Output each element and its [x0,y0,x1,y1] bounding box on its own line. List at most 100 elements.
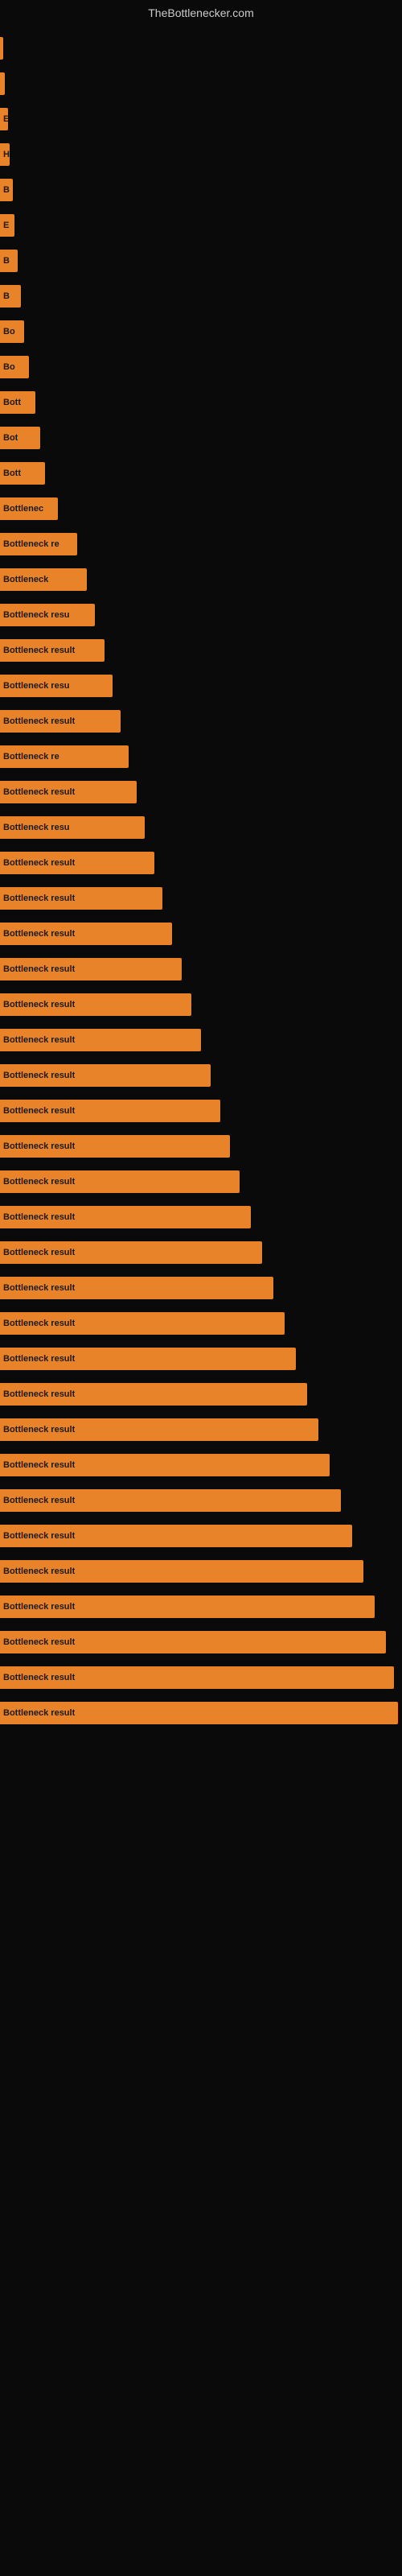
bar-item: Bottleneck result [0,1348,296,1370]
bar-label: H [3,150,10,159]
bar-row: Bottleneck result [0,1164,402,1199]
bar-label: B [3,185,10,195]
bar-item: Bottleneck result [0,1064,211,1087]
bar-row: Bottleneck result [0,704,402,739]
bar-row: Bo [0,314,402,349]
bar-label: Bottleneck result [3,1035,75,1045]
bar-item: Bottleneck result [0,887,162,910]
bar-item: Bottleneck [0,568,87,591]
bar-row: Bott [0,385,402,420]
bar-row: Bottleneck result [0,1518,402,1554]
bar-item: Bottleneck result [0,1135,230,1158]
bar-label: Bo [3,327,15,336]
site-header: TheBottlenecker.com [0,0,402,23]
bar-label: Bottleneck result [3,1531,75,1541]
bar-label: B [3,256,10,266]
bar-row: Bottleneck result [0,1093,402,1129]
bar-label: Bottleneck resu [3,823,70,832]
bar-item: Bottleneck resu [0,675,113,697]
bar-row: Bottleneck result [0,774,402,810]
bar-label: Bottleneck result [3,1496,75,1505]
bar-item: Bottleneck resu [0,816,145,839]
bar-row: Bottleneck result [0,1377,402,1412]
bar-item: Bottleneck result [0,1596,375,1618]
bar-item: Bottleneck result [0,958,182,980]
bar-row: Bottleneck result [0,1624,402,1660]
bar-item: Bottleneck result [0,639,105,662]
bar-item: Bottleneck result [0,1631,386,1653]
bar-item: Bottleneck result [0,1029,201,1051]
bar-label: Bottleneck result [3,1354,75,1364]
bar-item: E [0,108,8,130]
bar-row: Bottleneck result [0,881,402,916]
bar-label: Bottleneck result [3,1212,75,1222]
bar-item: Bottleneck result [0,1277,273,1299]
bar-row: Bottleneck result [0,1554,402,1589]
bar-item: Bo [0,356,29,378]
bar-item [0,72,5,95]
bar-row: Bottleneck result [0,1235,402,1270]
bar-item: Bottleneck result [0,1454,330,1476]
bar-label: Bot [3,433,18,443]
bar-label: E [3,221,9,230]
bar-label: Bo [3,362,15,372]
bar-item: Bottleneck result [0,1560,363,1583]
bar-row [0,31,402,66]
bar-row: B [0,243,402,279]
bar-row: Bottleneck result [0,1660,402,1695]
bar-label: Bottleneck result [3,964,75,974]
bar-item: Bottleneck result [0,993,191,1016]
bar-row: Bottleneck result [0,1341,402,1377]
bar-item: Bot [0,427,40,449]
bar-label: Bottleneck result [3,1106,75,1116]
bar-item: Bottleneck result [0,852,154,874]
bar-label: Bottleneck result [3,1389,75,1399]
bar-item: Bottleneck result [0,1702,398,1724]
bar-row: Bo [0,349,402,385]
bar-label: Bottleneck resu [3,610,70,620]
bar-item: Bottleneck result [0,1312,285,1335]
bar-label: Bottleneck result [3,1425,75,1435]
bar-item: E [0,214,14,237]
bar-item: Bottleneck result [0,1383,307,1406]
bar-label: Bottleneck result [3,1637,75,1647]
bar-row: Bottleneck result [0,1695,402,1731]
bar-row: Bottleneck result [0,1199,402,1235]
bar-label: Bottleneck result [3,894,75,903]
bar-label: Bottleneck result [3,1177,75,1187]
bar-item: Bottleneck result [0,923,172,945]
bar-row: Bottleneck result [0,633,402,668]
bar-item: Bo [0,320,24,343]
bar-row: Bottleneck result [0,1022,402,1058]
bar-label: Bottleneck re [3,752,59,762]
bar-label: Bott [3,469,21,478]
bar-item: Bottlenec [0,497,58,520]
bar-item: B [0,250,18,272]
bar-row: Bottleneck result [0,1589,402,1624]
bar-label: Bottleneck result [3,1319,75,1328]
bar-row: Bottleneck re [0,526,402,562]
bar-item: Bottleneck re [0,533,77,555]
bar-item: Bott [0,462,45,485]
bar-row: Bottleneck result [0,1058,402,1093]
bar-row: Bottleneck result [0,952,402,987]
bar-row: Bottleneck resu [0,668,402,704]
bar-item: Bottleneck result [0,1666,394,1689]
bar-row: Bottleneck result [0,1270,402,1306]
bar-label: Bottleneck result [3,1567,75,1576]
bar-row: B [0,279,402,314]
bar-row: Bot [0,420,402,456]
bar-row: Bottleneck result [0,1447,402,1483]
bar-row [0,66,402,101]
bar-label: Bottleneck result [3,858,75,868]
bars-container: E H B E B B Bo Bo Bott Bot Bott Bottlenec Bottleneck… [0,23,402,1739]
bar-row: Bottleneck result [0,1306,402,1341]
bar-item: Bottleneck result [0,781,137,803]
bar-row: B [0,172,402,208]
bar-item: Bottleneck result [0,1525,352,1547]
bar-label: Bott [3,398,21,407]
bar-item: Bottleneck result [0,1100,220,1122]
bar-row: Bottleneck result [0,987,402,1022]
bar-row: Bottleneck result [0,1483,402,1518]
bar-item: B [0,179,13,201]
